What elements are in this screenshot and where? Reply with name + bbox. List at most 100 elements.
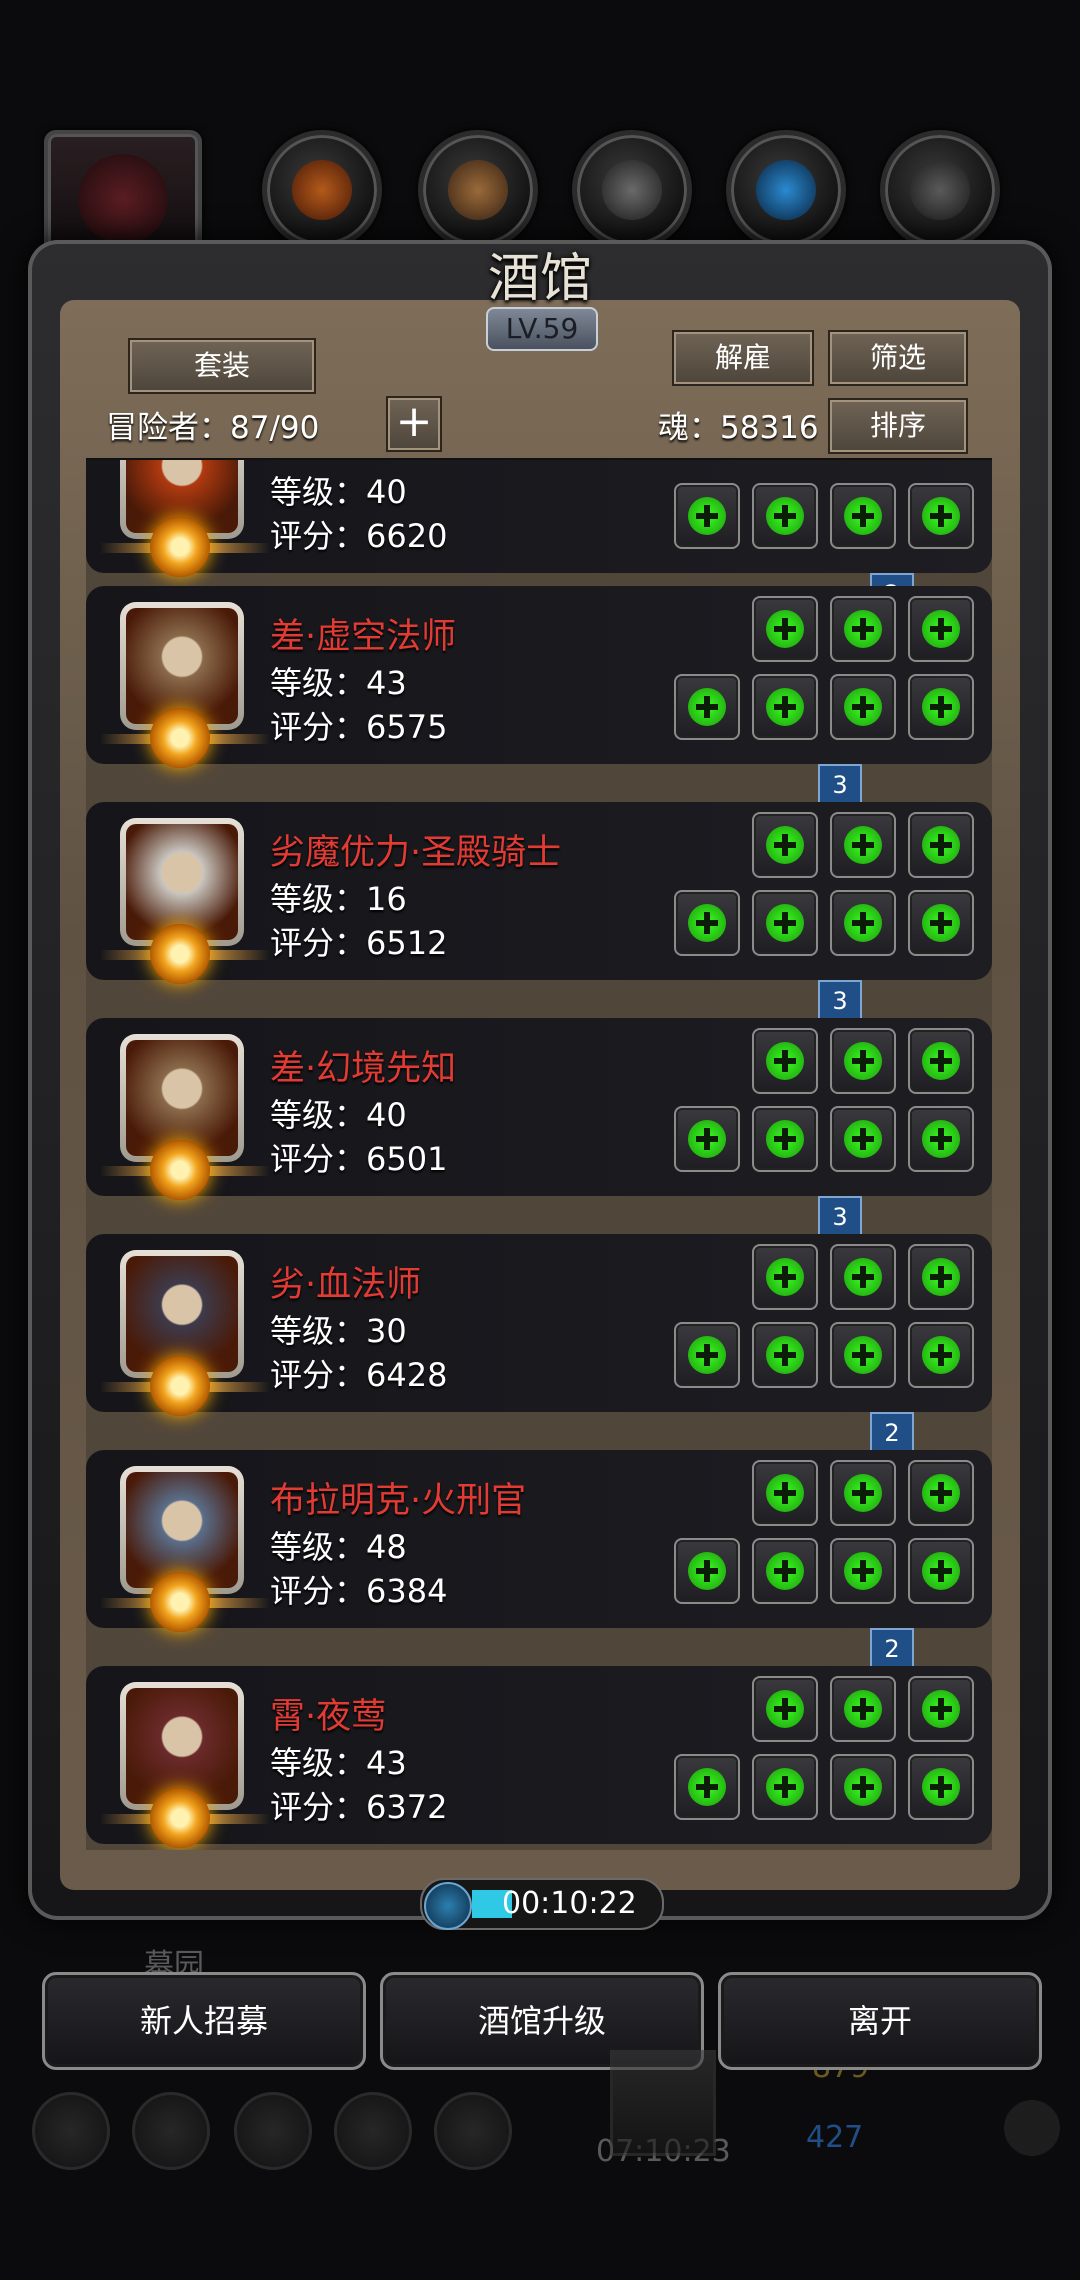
leave-button[interactable]: 离开 [718,1972,1042,2070]
equip-slot[interactable] [908,674,974,740]
plus-icon [844,1258,882,1296]
hero-card[interactable]: 布拉明克·火刑官 等级：48 评分：6384 [86,1450,992,1632]
hero-list[interactable]: 等级：40评分：66202差·虚空法师等级：43评分：65753劣魔优力·圣殿骑… [86,460,992,1850]
equip-slot[interactable] [674,1754,740,1820]
plus-icon [922,688,960,726]
shield-tab[interactable] [262,130,382,250]
equip-slot[interactable] [908,1244,974,1310]
armor-icon [602,160,662,220]
hero-score: 评分：6620 [270,517,448,555]
equip-slot[interactable] [908,1028,974,1094]
equip-slot[interactable] [830,890,896,956]
equip-slot[interactable] [752,1538,818,1604]
equip-slot[interactable] [674,1106,740,1172]
equip-slot[interactable] [752,674,818,740]
equip-slot[interactable] [830,483,896,549]
helmet-tab[interactable] [880,130,1000,250]
sort-button[interactable]: 排序 [828,398,968,454]
hero-score: 评分：6372 [270,1788,448,1826]
equip-slot[interactable] [752,890,818,956]
star-medal-icon [150,708,210,768]
equip-slot[interactable] [830,1676,896,1742]
hero-face [126,1472,238,1588]
plus-icon [844,1336,882,1374]
add-capacity-button[interactable]: + [386,396,442,452]
equip-slot[interactable] [752,1676,818,1742]
hero-card[interactable]: 劣魔优力·圣殿骑士 等级：16 评分：6512 [86,802,992,984]
plus-icon [922,1768,960,1806]
equip-slot[interactable] [752,1460,818,1526]
equip-slot[interactable] [830,1322,896,1388]
equip-slot[interactable] [830,1028,896,1094]
hero-level: 等级：40 [270,1096,407,1134]
equip-slot[interactable] [908,1538,974,1604]
equip-slot[interactable] [830,1244,896,1310]
dismiss-button[interactable]: 解雇 [672,330,814,386]
hero-name: 布拉明克·火刑官 [270,1481,527,1521]
equip-slot[interactable] [908,1322,974,1388]
equip-slot[interactable] [908,1460,974,1526]
equip-slot[interactable] [830,596,896,662]
map-icon [434,2092,512,2170]
wing-tab[interactable] [726,130,846,250]
hero-face [126,824,238,940]
equip-slot[interactable] [830,674,896,740]
equip-slot[interactable] [674,674,740,740]
equip-slot[interactable] [908,1106,974,1172]
set-button[interactable]: 套装 [128,338,316,394]
equip-slot[interactable] [674,1322,740,1388]
hero-card[interactable]: 差·幻境先知 等级：40 评分：6501 [86,1018,992,1200]
hero-score: 评分：6384 [270,1572,448,1610]
hero-card[interactable]: 等级：40 评分：6620 [86,460,992,577]
plus-icon [688,1120,726,1158]
equip-slot[interactable] [908,812,974,878]
plus-icon [922,904,960,942]
scroll-tab[interactable] [418,130,538,250]
equip-slot[interactable] [752,1106,818,1172]
equip-slot[interactable] [908,1754,974,1820]
equip-slot[interactable] [830,1538,896,1604]
recruit-button[interactable]: 新人招募 [42,1972,366,2070]
equip-slot[interactable] [908,596,974,662]
equip-slot[interactable] [908,890,974,956]
gift-box-icon [610,2050,716,2156]
plus-icon [766,610,804,648]
equip-slot[interactable] [752,596,818,662]
calendar-icon [234,2092,312,2170]
equip-slot[interactable] [674,483,740,549]
equip-slot[interactable] [830,1754,896,1820]
star-medal-icon [150,1788,210,1848]
hero-score: 评分：6575 [270,708,448,746]
filter-button[interactable]: 筛选 [828,330,968,386]
hero-score: 评分：6428 [270,1356,448,1394]
hero-card[interactable]: 霄·夜莺 等级：43 评分：6372 [86,1666,992,1848]
soul-count: 魂：58316 [658,410,819,446]
equip-slot[interactable] [830,812,896,878]
plus-icon [766,826,804,864]
equip-slot[interactable] [752,812,818,878]
equip-slot[interactable] [830,1106,896,1172]
plus-icon [922,1552,960,1590]
armor-tab[interactable] [572,130,692,250]
equip-slot[interactable] [908,483,974,549]
plus-icon [922,497,960,535]
equip-slot[interactable] [674,890,740,956]
plus-icon [766,1690,804,1728]
equip-slot[interactable] [752,1028,818,1094]
star-medal-icon [150,924,210,984]
equip-slot[interactable] [752,1244,818,1310]
hero-card[interactable]: 劣·血法师 等级：30 评分：6428 [86,1234,992,1416]
equip-slot[interactable] [908,1676,974,1742]
equip-slot[interactable] [752,1322,818,1388]
plus-icon [766,1474,804,1512]
equip-slot[interactable] [752,1754,818,1820]
equip-slot[interactable] [830,1460,896,1526]
plus-icon [844,1690,882,1728]
plus-icon [844,688,882,726]
plus-icon [688,1552,726,1590]
shield-icon [292,160,352,220]
equip-slot[interactable] [674,1538,740,1604]
hero-card[interactable]: 差·虚空法师 等级：43 评分：6575 [86,586,992,768]
plus-icon [688,497,726,535]
equip-slot[interactable] [752,483,818,549]
